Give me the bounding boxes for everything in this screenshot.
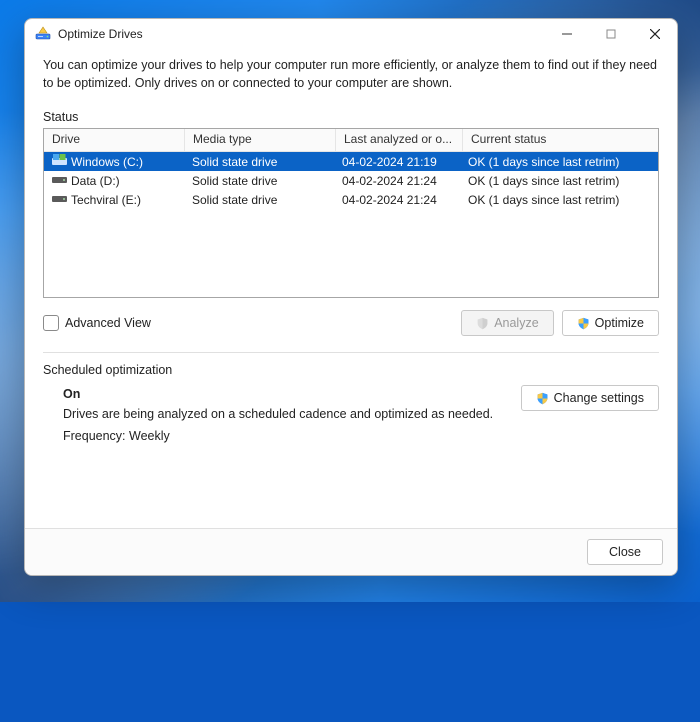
advanced-view-label[interactable]: Advanced View: [65, 316, 151, 330]
change-settings-button[interactable]: Change settings: [521, 385, 659, 411]
divider: [43, 352, 659, 353]
close-button[interactable]: [633, 19, 677, 49]
drive-os-icon: [52, 154, 67, 169]
intro-text: You can optimize your drives to help you…: [43, 57, 659, 92]
drive-status: OK (1 days since last retrim): [460, 193, 658, 207]
table-row[interactable]: Windows (C:) Solid state drive04-02-2024 …: [44, 152, 658, 171]
col-status[interactable]: Current status: [463, 129, 658, 151]
optimize-label: Optimize: [595, 316, 644, 330]
shield-icon: [476, 317, 489, 330]
minimize-button[interactable]: [545, 19, 589, 49]
drive-name: Data (D:): [71, 174, 120, 188]
drive-last-analyzed: 04-02-2024 21:24: [334, 193, 460, 207]
shield-icon: [577, 317, 590, 330]
window-title: Optimize Drives: [58, 27, 143, 41]
scheduled-optimization: Scheduled optimization Change settings O…: [43, 363, 659, 443]
shield-icon: [536, 392, 549, 405]
change-settings-label: Change settings: [554, 391, 644, 405]
col-media[interactable]: Media type: [185, 129, 336, 151]
table-row[interactable]: Techviral (E:) Solid state drive04-02-202…: [44, 190, 658, 209]
maximize-button[interactable]: [589, 19, 633, 49]
analyze-label: Analyze: [494, 316, 538, 330]
analyze-button[interactable]: Analyze: [461, 310, 553, 336]
table-header[interactable]: Drive Media type Last analyzed or o... C…: [44, 129, 658, 152]
optimize-drives-window: Optimize Drives You can optimize your dr…: [24, 18, 678, 576]
drive-name: Windows (C:): [71, 155, 143, 169]
sched-frequency: Frequency: Weekly: [63, 429, 659, 443]
drive-media: Solid state drive: [184, 193, 334, 207]
footer: Close: [25, 528, 677, 575]
drive-media: Solid state drive: [184, 174, 334, 188]
drive-last-analyzed: 04-02-2024 21:19: [334, 155, 460, 169]
table-row[interactable]: Data (D:) Solid state drive04-02-2024 21:…: [44, 171, 658, 190]
drive-icon: [52, 174, 67, 188]
close-footer-button[interactable]: Close: [587, 539, 663, 565]
drive-icon: [52, 193, 67, 207]
drive-last-analyzed: 04-02-2024 21:24: [334, 174, 460, 188]
app-icon: [35, 25, 51, 44]
drive-media: Solid state drive: [184, 155, 334, 169]
advanced-view-checkbox[interactable]: [43, 315, 59, 331]
titlebar: Optimize Drives: [25, 19, 677, 49]
drives-table: Drive Media type Last analyzed or o... C…: [43, 128, 659, 298]
drive-status: OK (1 days since last retrim): [460, 174, 658, 188]
col-drive[interactable]: Drive: [44, 129, 185, 151]
drive-status: OK (1 days since last retrim): [460, 155, 658, 169]
col-last[interactable]: Last analyzed or o...: [336, 129, 463, 151]
sched-heading: Scheduled optimization: [43, 363, 659, 377]
status-label: Status: [43, 110, 659, 124]
close-label: Close: [609, 545, 641, 559]
drive-name: Techviral (E:): [71, 193, 141, 207]
optimize-button[interactable]: Optimize: [562, 310, 659, 336]
